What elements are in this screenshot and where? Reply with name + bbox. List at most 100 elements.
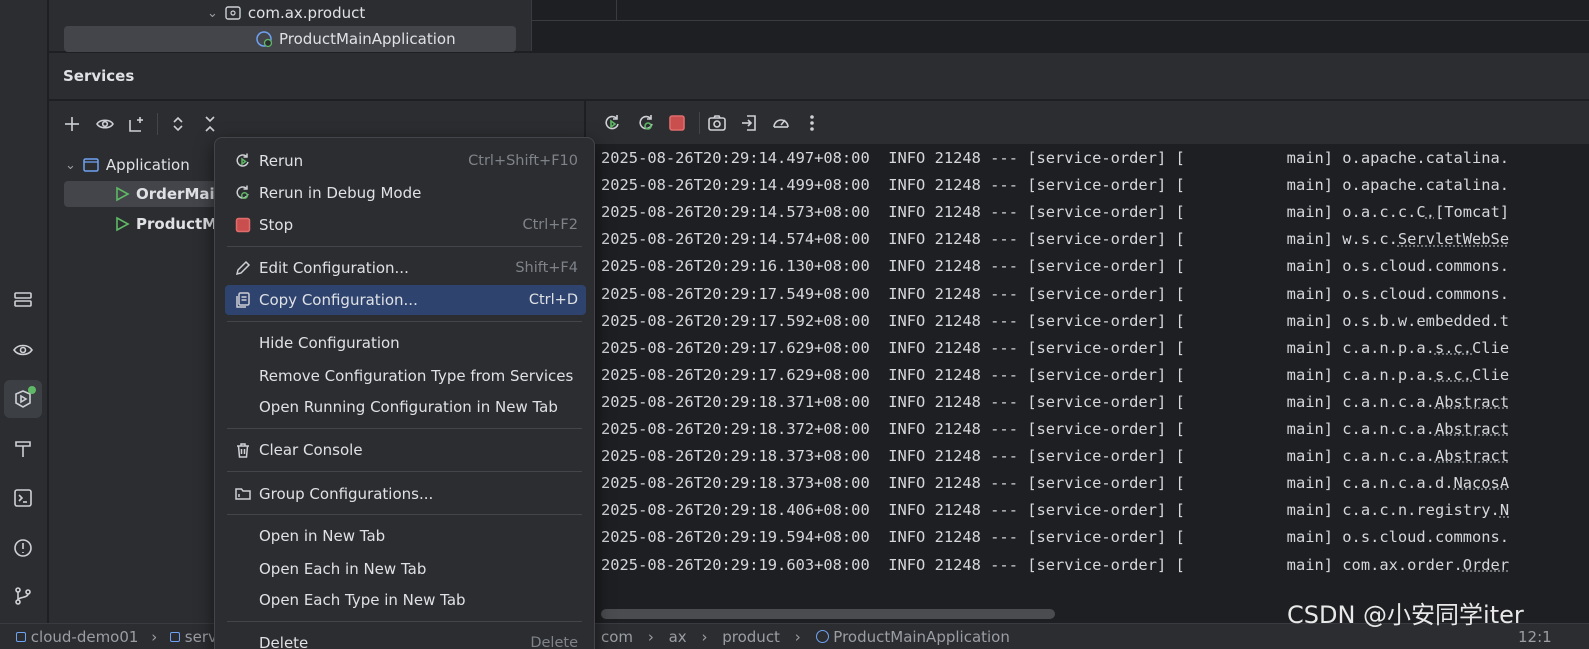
logger-name: o.s.b.w.embedded.t [1342,312,1509,330]
copy-icon [233,290,253,310]
breadcrumb-item[interactable]: ProductMainApplication [833,628,1010,646]
logger-link[interactable]: Abstract [1435,393,1509,411]
database-tool-button[interactable] [4,281,42,319]
plus-icon [62,114,82,134]
logger-link[interactable]: Order [1463,556,1509,574]
spring-boot-class-icon [255,30,273,48]
log-prefix: 2025-08-26T20:29:17.629+08:00 INFO 21248… [601,366,1342,384]
group-label: Application [106,156,190,174]
log-line: 2025-08-26T20:29:19.603+08:00 INFO 21248… [601,552,1509,579]
log-prefix: 2025-08-26T20:29:18.373+08:00 INFO 21248… [601,447,1342,465]
logger-link[interactable]: Abstract [1435,447,1509,465]
menu-item-remove-configuration-type[interactable]: Remove Configuration Type from Services [225,361,586,391]
exit-button[interactable] [737,111,761,135]
more-options-button[interactable] [800,111,824,135]
logger-link[interactable]: s.c. [1435,339,1472,357]
logger-name: c.a.n.p.a. [1342,339,1435,357]
profiler-button[interactable] [769,111,793,135]
tree-item-ordermain[interactable]: OrderMain [64,181,234,207]
screenshot-button[interactable] [705,111,729,135]
menu-label: Edit Configuration... [259,259,409,277]
menu-shortcut: Ctrl+D [529,292,578,308]
cursor-position[interactable]: 12:1 [1518,628,1552,646]
menu-item-open-each-type[interactable]: Open Each Type in New Tab [225,585,586,615]
problems-tool-button[interactable] [4,529,42,567]
menu-item-hide-configuration[interactable]: Hide Configuration [225,328,586,358]
menu-shortcut: Ctrl+Shift+F10 [468,153,578,169]
menu-item-rerun[interactable]: Rerun Ctrl+Shift+F10 [225,146,586,176]
services-header: Services [49,52,1589,100]
collapse-icon [200,114,220,134]
view-options-button[interactable] [92,111,118,137]
menu-label: Clear Console [259,441,363,459]
logger-name: Clie [1472,366,1509,384]
menu-label: Group Configurations... [259,485,433,503]
git-tool-button[interactable] [4,577,42,615]
rerun-icon [233,151,253,171]
watch-tool-button[interactable] [4,331,42,369]
more-vertical-icon [802,113,822,133]
log-prefix: 2025-08-26T20:29:14.499+08:00 INFO 21248… [601,176,1342,194]
rerun-debug-icon [636,113,656,133]
menu-item-clear-console[interactable]: Clear Console [225,435,586,465]
log-prefix: 2025-08-26T20:29:19.594+08:00 INFO 21248… [601,528,1342,546]
logger-link[interactable]: Abstract [1435,420,1509,438]
menu-label: Rerun in Debug Mode [259,184,421,202]
expand-all-button[interactable] [165,111,191,137]
application-icon [82,156,100,174]
trash-icon [233,440,253,460]
menu-item-rerun-debug[interactable]: Rerun in Debug Mode [225,178,586,208]
menu-item-delete[interactable]: Delete Delete [225,628,586,649]
menu-item-open-each-in-new-tab[interactable]: Open Each in New Tab [225,554,586,584]
breadcrumb-left[interactable]: cloud-demo01 › servi [16,628,221,646]
breadcrumb-item[interactable]: com [601,628,633,646]
horizontal-scrollbar[interactable] [601,609,1055,619]
breadcrumb-item[interactable]: cloud-demo01 [31,628,139,646]
build-tool-button[interactable] [4,430,42,468]
logger-link[interactable]: s.c. [1435,366,1472,384]
toolbar-separator [157,113,158,135]
rerun-button[interactable] [600,111,624,135]
tree-package-row[interactable]: ⌄ com.ax.product [207,0,365,26]
menu-shortcut: Delete [530,635,578,649]
new-tab-button[interactable] [124,111,150,137]
editor-divider [616,0,617,20]
warning-circle-icon [12,537,34,559]
collapse-all-button[interactable] [197,111,223,137]
menu-item-copy-configuration[interactable]: Copy Configuration... Ctrl+D [225,285,586,315]
menu-separator [227,471,582,472]
gauge-icon [771,113,791,133]
menu-separator [227,428,582,429]
logger-name: o.a.c.c.C [1342,203,1425,221]
logger-link[interactable]: ServletWebSe [1398,230,1509,248]
menu-item-open-running-config[interactable]: Open Running Configuration in New Tab [225,392,586,422]
stop-icon [233,215,253,235]
rerun-debug-button[interactable] [634,111,658,135]
menu-label: Stop [259,216,293,234]
logger-name: c.a.n.c.a. [1342,447,1435,465]
menu-item-stop[interactable]: Stop Ctrl+F2 [225,210,586,240]
context-menu: Rerun Ctrl+Shift+F10 Rerun in Debug Mode… [214,137,595,649]
menu-label: Open Each Type in New Tab [259,591,466,609]
tree-group-application[interactable]: ⌄ Application [65,152,190,178]
menu-item-group-configurations[interactable]: Group Configurations... [225,479,586,509]
module-icon [170,632,180,642]
logger-link[interactable]: NacosA [1453,474,1509,492]
breadcrumb-item[interactable]: product [722,628,780,646]
terminal-tool-button[interactable] [4,479,42,517]
logger-link[interactable]: N [1500,501,1509,519]
log-line: 2025-08-26T20:29:17.592+08:00 INFO 21248… [601,308,1509,335]
menu-item-open-in-new-tab[interactable]: Open in New Tab [225,521,586,551]
add-service-button[interactable] [59,111,85,137]
menu-separator [227,621,582,622]
stop-button[interactable] [665,111,689,135]
tree-class-row[interactable]: ProductMainApplication [64,26,516,52]
menu-label: Delete [259,634,308,649]
breadcrumb-item[interactable]: ax [669,628,687,646]
project-tree: ⌄ com.ax.product ProductMainApplication [49,0,531,51]
menu-item-edit-configuration[interactable]: Edit Configuration... Shift+F4 [225,253,586,283]
logger-link[interactable]: . [1426,203,1435,221]
menu-label: Open Running Configuration in New Tab [259,398,558,416]
tree-item-productmain[interactable]: ProductMa [114,211,227,237]
services-tool-button[interactable] [4,380,42,418]
